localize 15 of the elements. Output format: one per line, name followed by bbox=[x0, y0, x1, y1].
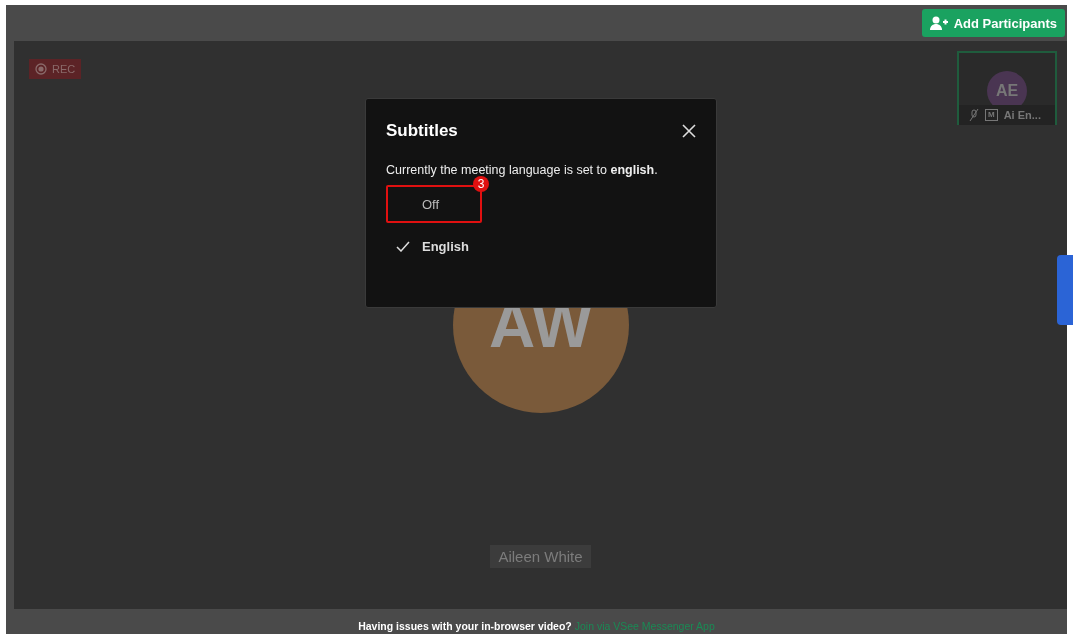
dialog-title: Subtitles bbox=[386, 121, 458, 141]
close-button[interactable] bbox=[682, 124, 696, 138]
add-person-icon bbox=[929, 16, 948, 30]
footer-text: Having issues with your in-browser video? bbox=[358, 620, 572, 632]
speaker-name: Aileen White bbox=[490, 545, 591, 568]
moderator-mark: M bbox=[985, 109, 998, 121]
record-icon bbox=[35, 63, 47, 75]
messenger-link[interactable]: Join via VSee Messenger App bbox=[574, 620, 715, 632]
language-message: Currently the meeting language is set to english. bbox=[386, 163, 659, 177]
rec-label: REC bbox=[52, 63, 76, 75]
check-icon bbox=[396, 240, 410, 252]
add-participants-button[interactable]: Add Participants bbox=[921, 9, 1065, 37]
step-badge: 3 bbox=[473, 176, 489, 192]
participant-name: Ai En... bbox=[1003, 109, 1041, 121]
participant-tile[interactable]: AE M Ai En... bbox=[957, 51, 1057, 125]
